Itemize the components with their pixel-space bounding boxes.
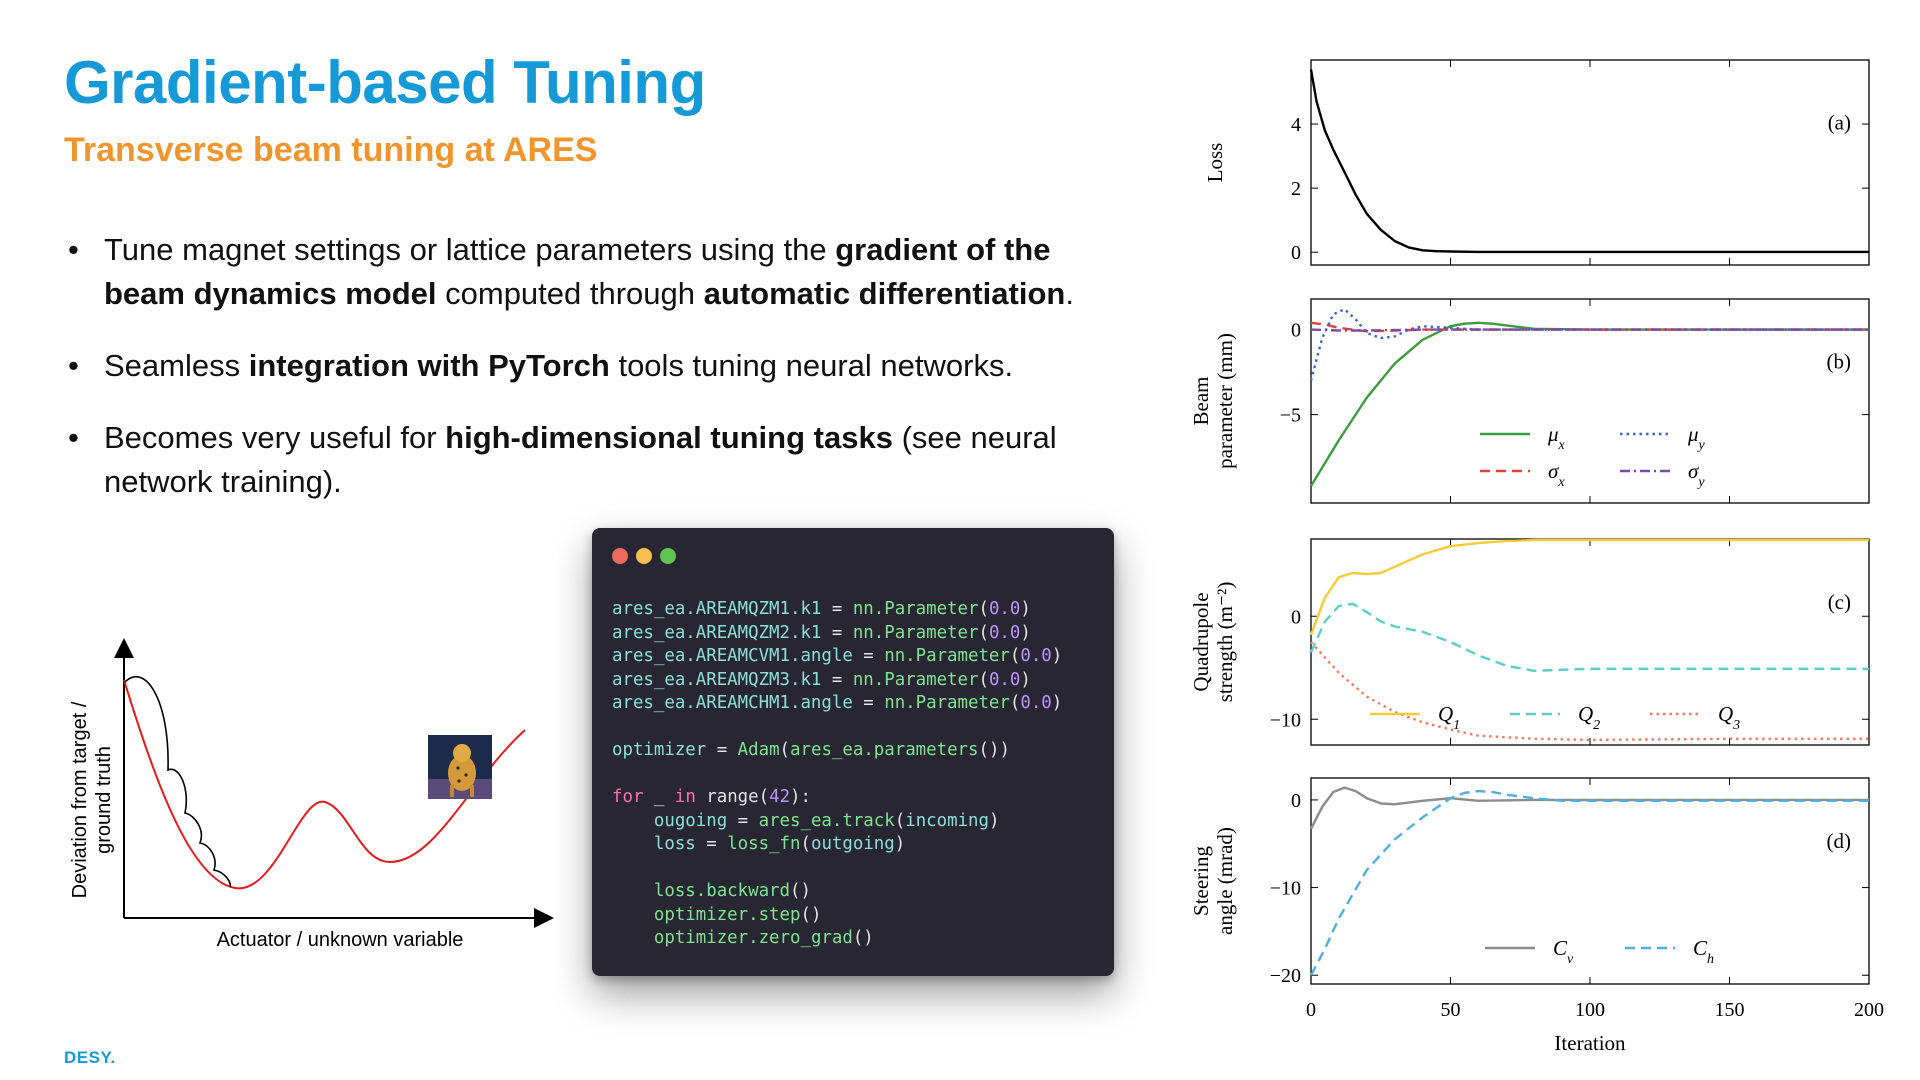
y-axis-label: strength (m⁻²)	[1213, 582, 1237, 703]
code-line: ares_ea.AREAMQZM3.k1 = nn.Parameter(0.0)	[612, 669, 1031, 690]
bullet-bold-text: automatic differentiation	[703, 276, 1066, 311]
legend-label: μy	[1687, 422, 1706, 453]
x-tick-label: 0	[1306, 999, 1316, 1021]
series-line-0	[1309, 538, 1869, 636]
bullet-item-2: Seamless integration with PyTorch tools …	[64, 344, 1124, 388]
y-tick-label: 4	[1291, 114, 1301, 136]
code-line: optimizer.step()	[653, 904, 822, 925]
code-line: ougoing = ares_ea.track(incoming)	[653, 810, 1000, 831]
legend-label: Ch	[1693, 936, 1714, 967]
sketch-ylabel-1: Deviation from target /	[69, 701, 91, 898]
code-line: optimizer = Adam(ares_ea.parameters())	[612, 740, 1010, 760]
legend-label: μx	[1547, 422, 1566, 453]
code-line: ares_ea.AREAMQZM2.k1 = nn.Parameter(0.0)	[612, 622, 1031, 643]
series-line-0	[1309, 69, 1869, 254]
x-tick-label: 150	[1715, 999, 1745, 1021]
plot-frame	[1310, 777, 1870, 985]
panel-label: (b)	[1827, 349, 1852, 373]
legend-label: Q1	[1438, 702, 1460, 733]
series-line-2	[1309, 308, 1869, 381]
sketch-descent-steps	[124, 675, 232, 888]
y-tick-label: 0	[1291, 242, 1301, 264]
y-tick-label: −10	[1270, 878, 1301, 900]
chart-panel-a: 0 2 4 Loss (a)	[1203, 59, 1870, 266]
y-tick-label: 0	[1291, 320, 1301, 342]
series-line-1	[1309, 602, 1869, 672]
legend-label: Q3	[1718, 702, 1740, 733]
chart-panel-b: 0 −5 Beam parameter (mm) (b) μx μy σx σy	[1189, 298, 1870, 504]
bullet-text: Becomes very useful for	[104, 420, 446, 455]
legend-label: Cv	[1553, 936, 1574, 967]
bullet-bold-text: integration with PyTorch	[248, 348, 610, 383]
series-line-1	[1309, 789, 1869, 976]
x-axis-label: Iteration	[1554, 1031, 1626, 1055]
y-axis-label: angle (mrad)	[1213, 827, 1237, 935]
zoom-dot-icon	[660, 548, 676, 564]
close-dot-icon	[612, 548, 628, 564]
y-axis-label: Beam	[1189, 377, 1213, 426]
code-block: ares_ea.AREAMQZM1.k1 = nn.Parameter(0.0)…	[612, 598, 1062, 951]
y-tick-label: −20	[1270, 965, 1301, 987]
slide-title: Gradient-based Tuning	[64, 49, 706, 116]
code-line: ares_ea.AREAMCHM1.angle = nn.Parameter(0…	[612, 693, 1063, 713]
cheetah-photo-icon	[428, 735, 492, 799]
panel-label: (d)	[1827, 829, 1852, 853]
slide-subtitle: Transverse beam tuning at ARES	[64, 131, 598, 169]
bullet-text: .	[1065, 276, 1074, 311]
y-axis-label: Steering	[1189, 846, 1213, 916]
x-tick-label: 200	[1854, 999, 1884, 1021]
code-line: loss.backward()	[653, 881, 811, 901]
code-line: for _ in range(42):	[612, 787, 811, 807]
bullet-text: Tune magnet settings or lattice paramete…	[104, 232, 836, 267]
y-tick-label: −10	[1270, 709, 1301, 731]
code-line: optimizer.zero_grad()	[653, 928, 874, 948]
legend-label: Q2	[1578, 702, 1600, 733]
y-axis-label: Loss	[1203, 143, 1227, 183]
sketch-ylabel-2: ground truth	[93, 746, 115, 854]
legend-label: σx	[1548, 459, 1565, 490]
y-axis-label: parameter (mm)	[1213, 333, 1237, 469]
x-tick-label: 100	[1575, 999, 1605, 1021]
gradient-descent-sketch: Deviation from target / ground truth Act…	[69, 638, 554, 951]
results-figure: 0 2 4 Loss (a) 0 −5 Beam parameter (mm) (b) μx μy σx…	[1189, 59, 1884, 1055]
y-axis-label: Quadrupole	[1189, 592, 1213, 691]
series-line-0	[1309, 321, 1869, 487]
bullet-bold-text: high-dimensional tuning tasks	[445, 420, 893, 455]
code-window: ares_ea.AREAMQZM1.k1 = nn.Parameter(0.0)…	[592, 528, 1114, 976]
desy-logo: DESY.	[64, 1048, 116, 1067]
bullet-text: tools tuning neural networks.	[609, 348, 1014, 383]
legend-label: σy	[1688, 459, 1705, 490]
sketch-xlabel: Actuator / unknown variable	[217, 929, 464, 951]
y-tick-label: −5	[1280, 405, 1301, 427]
chart-panel-d: 0−10−200 50 100 150 200IterationSteering angl…	[1189, 777, 1884, 1055]
bullet-list: Tune magnet settings or lattice paramete…	[64, 228, 1124, 532]
bullet-item-3: Becomes very useful for high-dimensional…	[64, 416, 1124, 504]
minimize-dot-icon	[636, 548, 652, 564]
y-tick-label: 0	[1291, 790, 1301, 812]
code-line: ares_ea.AREAMQZM1.k1 = nn.Parameter(0.0)	[612, 599, 1031, 619]
bullet-text: Seamless	[104, 348, 249, 383]
plot-frame	[1310, 59, 1870, 266]
y-tick-label: 0	[1291, 606, 1301, 628]
panel-label: (a)	[1828, 111, 1851, 135]
y-tick-label: 2	[1291, 178, 1301, 200]
code-line: loss = loss_fn(outgoing)	[653, 834, 906, 854]
x-tick-label: 50	[1441, 999, 1461, 1021]
series-line-0	[1309, 786, 1869, 830]
code-line: ares_ea.AREAMCVM1.angle = nn.Parameter(0…	[612, 646, 1063, 666]
bullet-item-1: Tune magnet settings or lattice paramete…	[64, 228, 1124, 316]
bullet-text: computed through	[436, 276, 704, 311]
panel-label: (c)	[1828, 590, 1851, 614]
chart-panel-c: 0 −10 Quadrupole strength (m⁻²) (c) Q1 Q2 Q3	[1189, 538, 1870, 746]
